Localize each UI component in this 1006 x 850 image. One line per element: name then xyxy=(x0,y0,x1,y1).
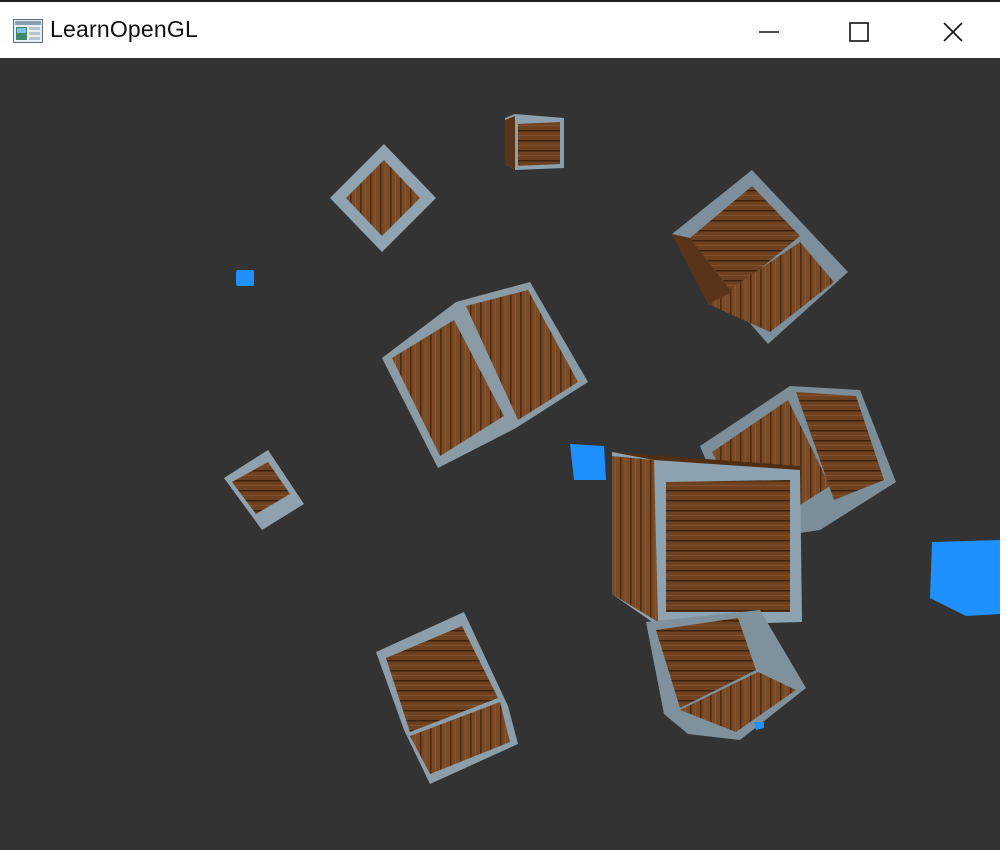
app-window: LearnOpenGL xyxy=(0,0,1006,850)
light-cube xyxy=(570,444,606,480)
maximize-button[interactable] xyxy=(812,4,906,60)
minimize-icon xyxy=(759,31,779,33)
wooden-crate xyxy=(646,610,806,740)
wooden-crate xyxy=(382,282,588,468)
wooden-crate xyxy=(612,452,802,626)
close-button[interactable] xyxy=(906,4,1000,60)
wooden-crate xyxy=(376,612,518,784)
opengl-viewport[interactable] xyxy=(0,58,1000,850)
light-cube xyxy=(236,270,254,286)
light-cube xyxy=(930,540,1000,616)
minimize-button[interactable] xyxy=(722,4,816,60)
wooden-crate xyxy=(672,170,848,344)
window-title: LearnOpenGL xyxy=(50,16,198,42)
scene-render xyxy=(224,114,1000,784)
window-edge xyxy=(1000,0,1006,850)
wooden-crate xyxy=(330,144,436,252)
close-icon xyxy=(943,22,963,42)
maximize-icon xyxy=(849,22,869,42)
title-bar[interactable]: LearnOpenGL xyxy=(0,0,1000,58)
wooden-crate xyxy=(224,450,304,530)
light-cube xyxy=(754,722,764,730)
wooden-crate xyxy=(505,114,564,170)
opengl-app-icon xyxy=(13,19,43,43)
